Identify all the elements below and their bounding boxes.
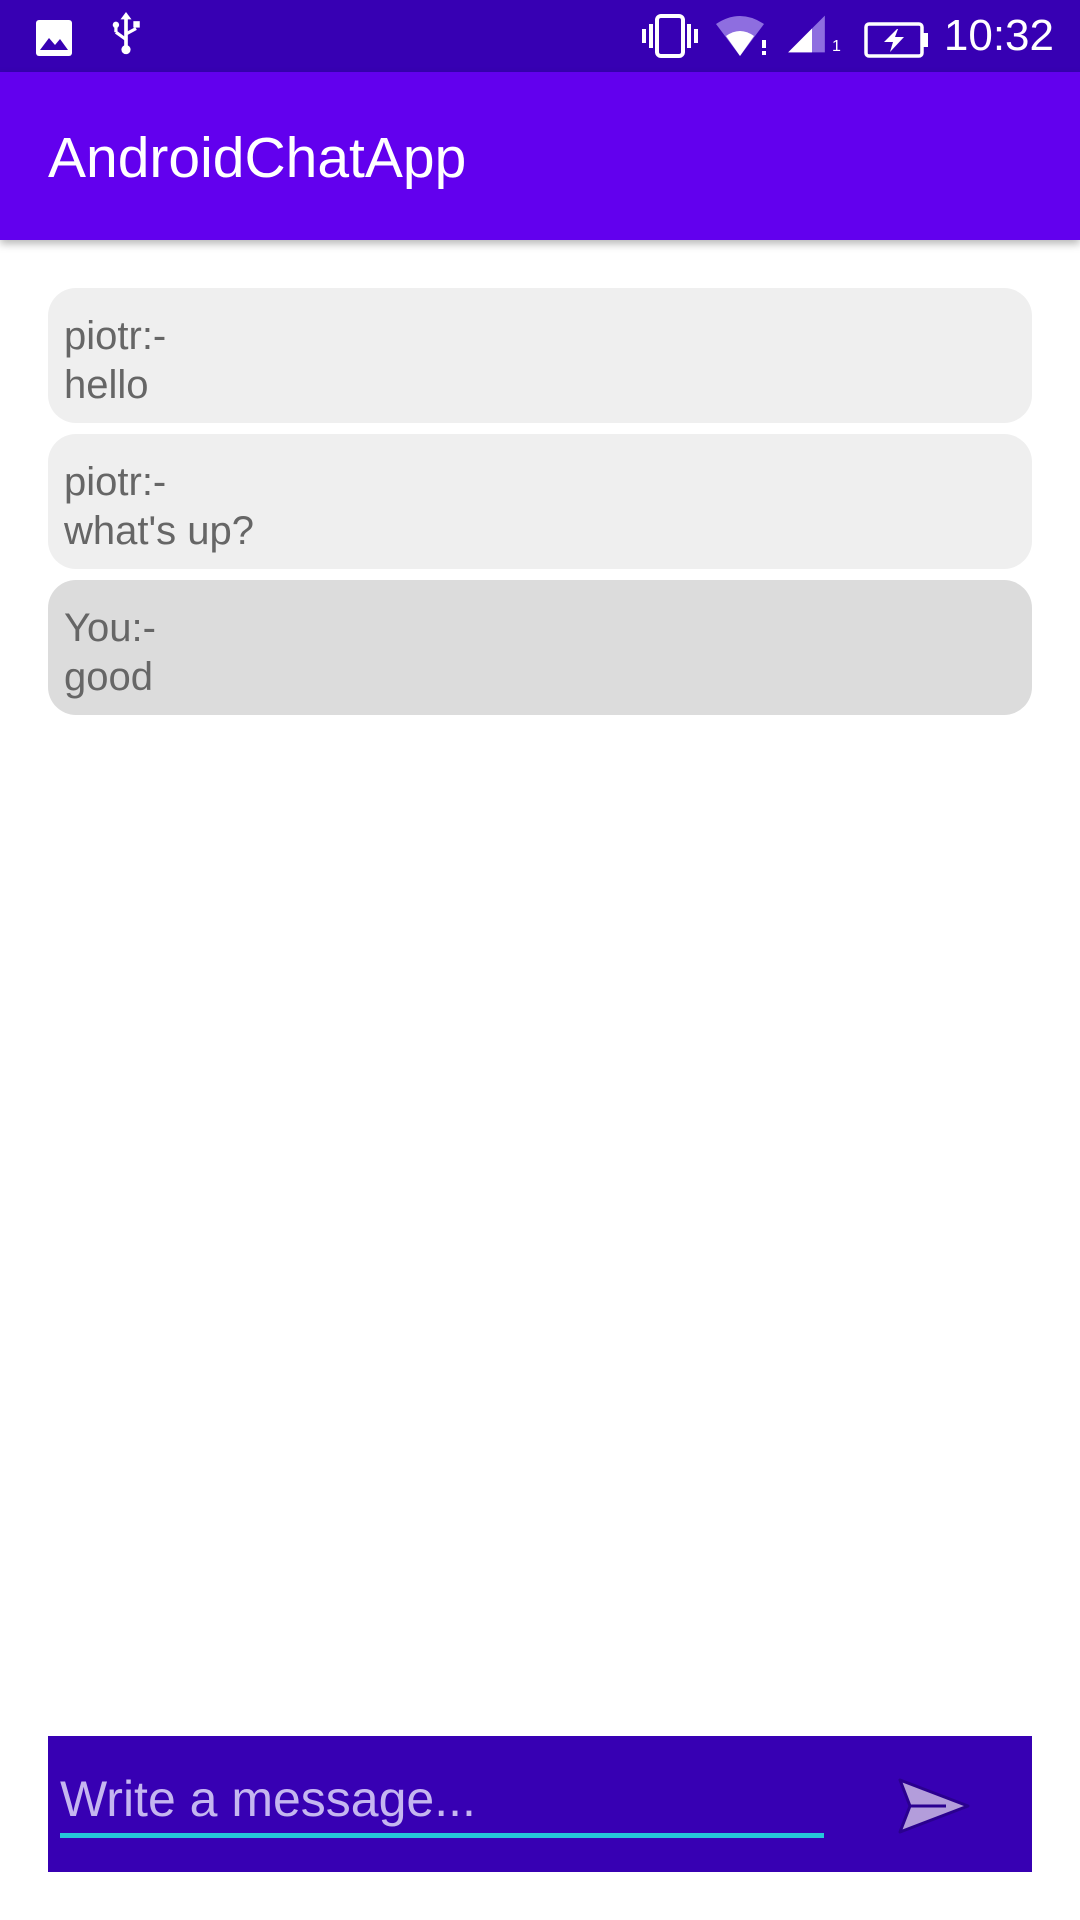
clock: 10:32 <box>943 11 1054 60</box>
message-bubble: piotr:- what's up? <box>48 434 1032 569</box>
message-sender: piotr:- <box>64 314 167 358</box>
message-text: good <box>64 655 153 699</box>
status-bar: 1 10:32 <box>0 0 1080 72</box>
message-input[interactable] <box>60 1764 824 1838</box>
message-sender: You:- <box>64 606 156 650</box>
vibrate-icon <box>642 14 698 58</box>
message-sender: piotr:- <box>64 460 167 504</box>
message-composer <box>48 1736 1032 1872</box>
signal-label: 1 <box>832 38 841 55</box>
send-icon[interactable] <box>896 1776 972 1836</box>
message-bubble: piotr:- hello <box>48 288 1032 423</box>
battery-charging-icon <box>864 22 928 58</box>
app-bar: AndroidChatApp <box>0 72 1080 240</box>
image-icon <box>36 20 72 56</box>
message-text: hello <box>64 363 149 407</box>
usb-icon <box>112 12 140 55</box>
wifi-icon <box>716 16 766 56</box>
message-text: what's up? <box>64 509 254 553</box>
message-list[interactable]: piotr:- hello piotr:- what's up? You:- g… <box>48 288 1032 726</box>
message-bubble: You:- good <box>48 580 1032 715</box>
page-title: AndroidChatApp <box>48 126 467 190</box>
